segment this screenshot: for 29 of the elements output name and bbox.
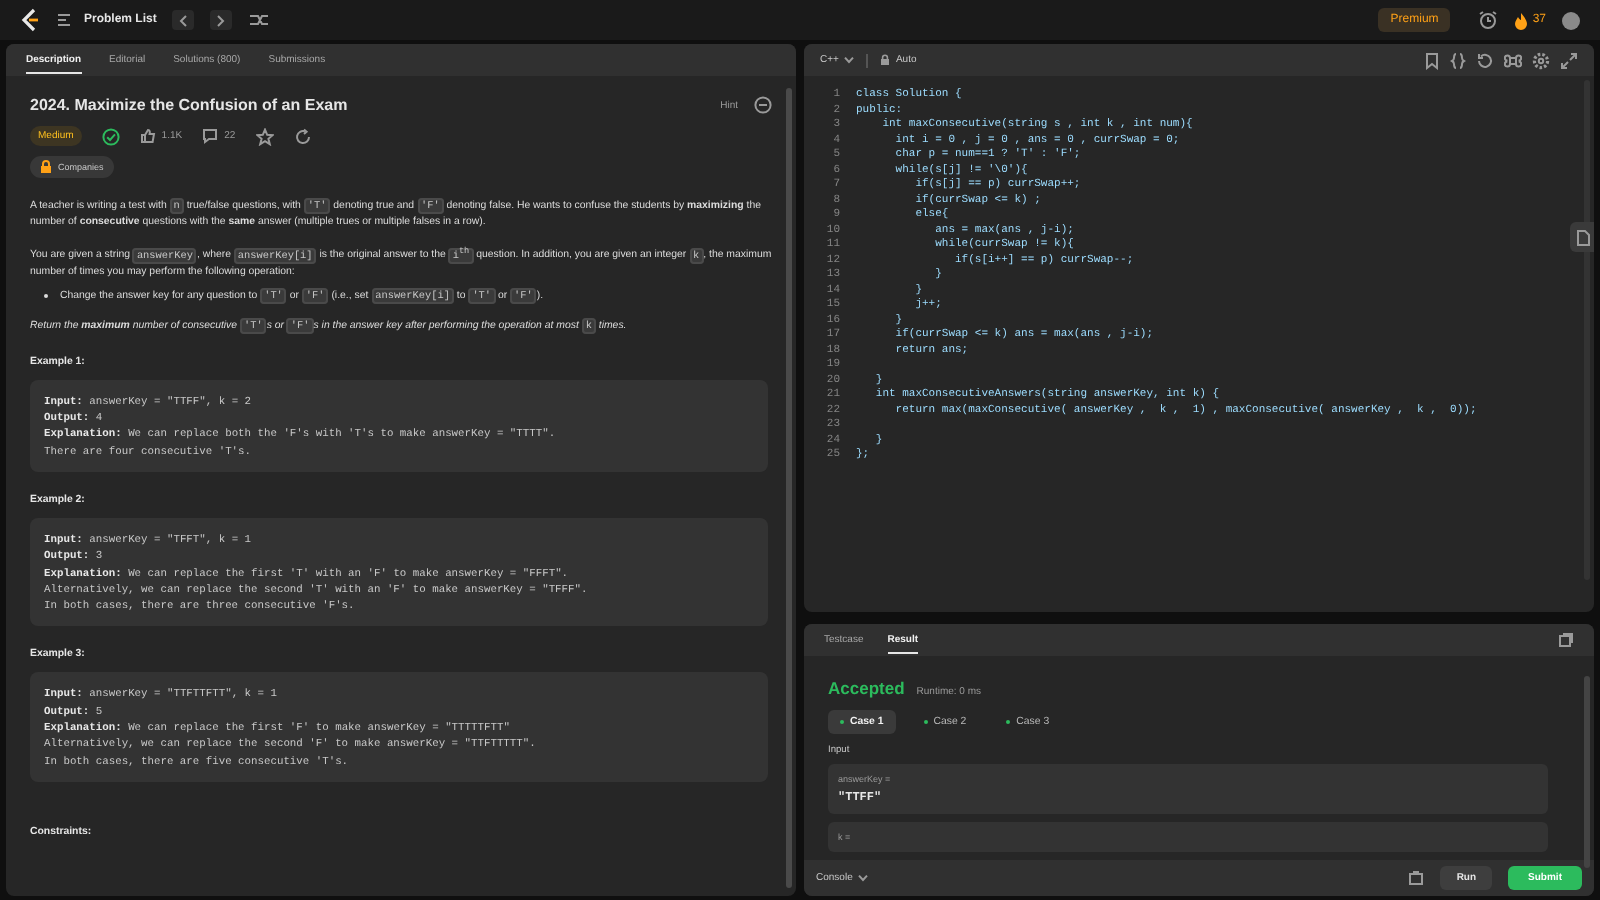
previous-button[interactable] [172, 10, 195, 30]
alarm-clock-icon[interactable] [1478, 10, 1499, 30]
braces-icon[interactable] [1450, 51, 1466, 69]
star-icon[interactable] [255, 127, 274, 145]
verdict-text: Accepted [828, 678, 905, 698]
avatar[interactable] [1562, 11, 1580, 29]
scrollbar[interactable] [786, 88, 792, 888]
next-button[interactable] [210, 10, 233, 30]
lock-icon [879, 54, 890, 66]
settings-icon[interactable] [1532, 51, 1550, 69]
flame-icon [1514, 11, 1529, 29]
shuffle-icon[interactable] [248, 12, 271, 28]
chevron-right-icon [216, 13, 227, 27]
caret-down-icon [844, 56, 855, 64]
command-icon[interactable] [1504, 51, 1522, 69]
maximize-icon[interactable] [1558, 632, 1574, 648]
list-icon [56, 12, 74, 28]
notes-button[interactable] [1570, 222, 1594, 252]
chevron-left-icon [178, 13, 189, 27]
reset-icon[interactable] [1476, 51, 1494, 69]
speech-bubble-icon [202, 128, 219, 144]
bookmark-icon[interactable] [1424, 51, 1440, 69]
expand-icon[interactable] [1560, 51, 1578, 69]
thumbs-up-icon [139, 128, 156, 144]
document-icon [1575, 229, 1589, 245]
lock-icon [40, 160, 52, 174]
problem-title: 2024. Maximize the Confusion of an Exam [30, 96, 348, 114]
caret-down-icon [858, 874, 869, 882]
logo-icon[interactable] [20, 8, 40, 32]
